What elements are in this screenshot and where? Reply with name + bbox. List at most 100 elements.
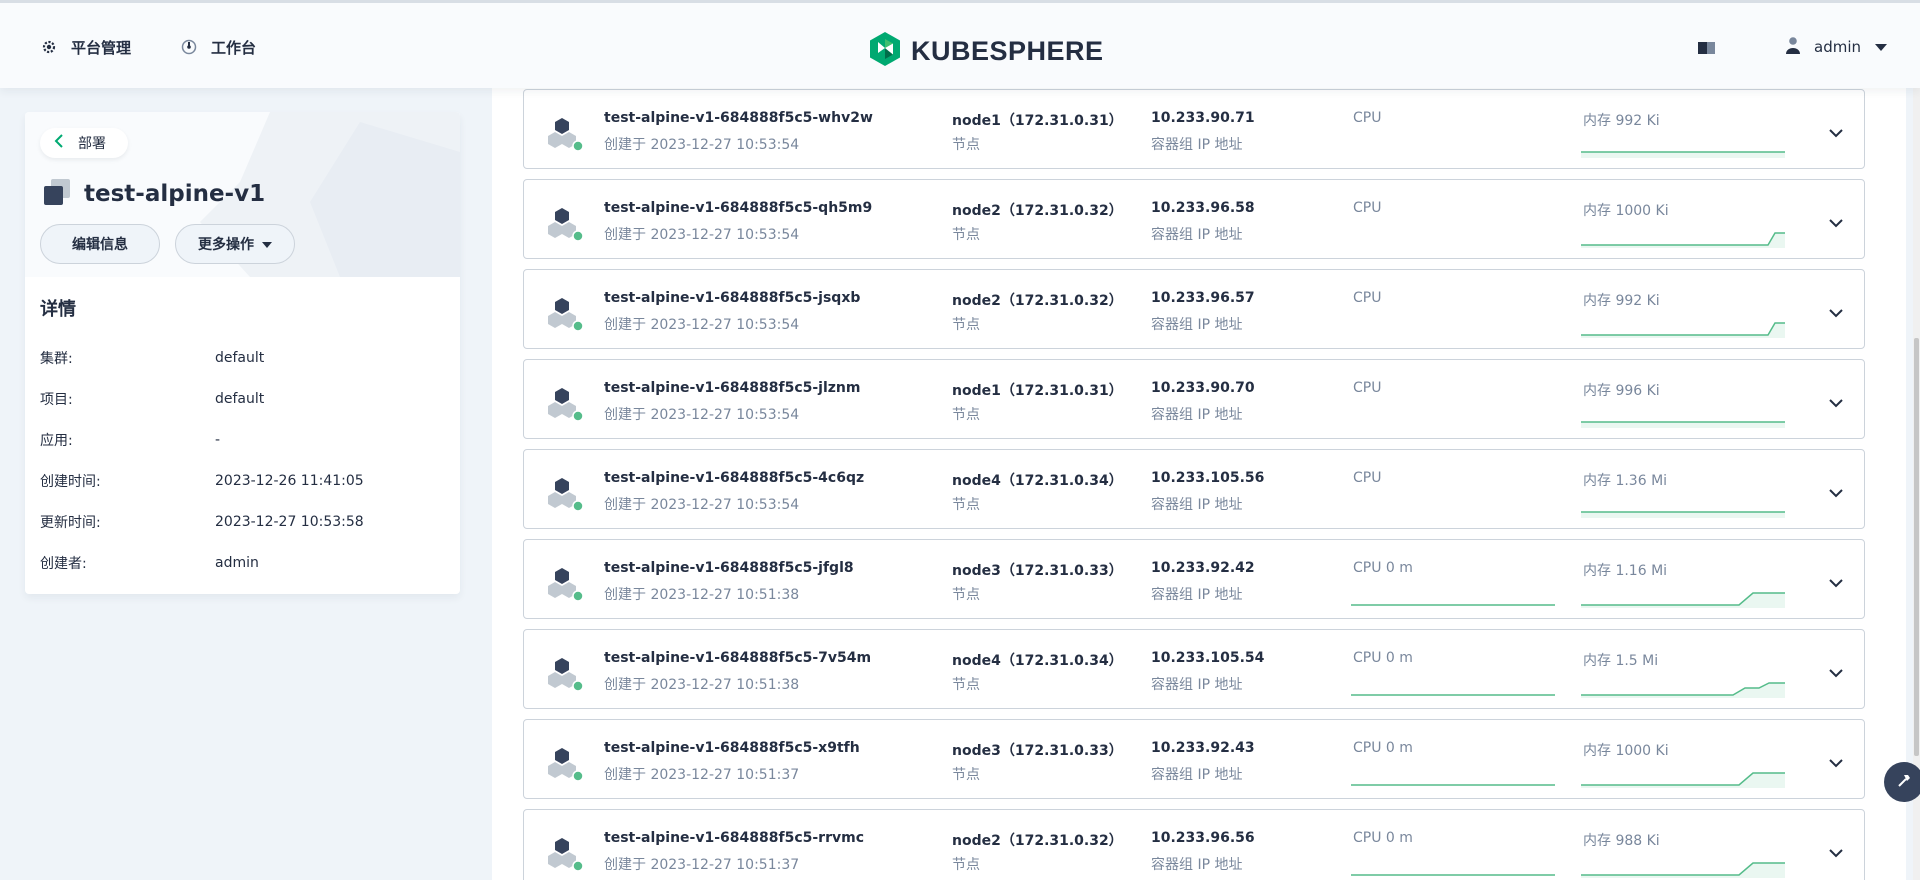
- toolbox-button[interactable]: [1884, 762, 1920, 802]
- detail-value: admin: [215, 554, 259, 571]
- memory-usage: 内存 992 Ki: [1583, 113, 1660, 129]
- pod-name[interactable]: test-alpine-v1-684888f5c5-4c6qz: [604, 470, 864, 486]
- chevron-down-icon[interactable]: [1829, 303, 1843, 322]
- pod-row[interactable]: test-alpine-v1-684888f5c5-7v54m 创建于 2023-…: [523, 629, 1865, 709]
- pod-row[interactable]: test-alpine-v1-684888f5c5-whv2w 创建于 2023-…: [523, 89, 1865, 169]
- chevron-down-icon[interactable]: [1829, 483, 1843, 502]
- memory-sparkline: [1581, 499, 1785, 522]
- memory-sparkline: [1581, 859, 1785, 880]
- edit-info-button[interactable]: 编辑信息: [40, 224, 160, 264]
- pod-name[interactable]: test-alpine-v1-684888f5c5-7v54m: [604, 650, 871, 666]
- platform-management-label: 平台管理: [71, 38, 132, 57]
- pod-ip-label: 容器组 IP 地址: [1151, 407, 1243, 423]
- pod-node[interactable]: node3（172.31.0.33）: [952, 560, 1123, 580]
- pod-node[interactable]: node2（172.31.0.32）: [952, 290, 1123, 310]
- pod-node[interactable]: node4（172.31.0.34）: [952, 650, 1123, 670]
- back-to-deployments-button[interactable]: 部署: [40, 128, 128, 158]
- pod-row[interactable]: test-alpine-v1-684888f5c5-jlznm 创建于 2023-…: [523, 359, 1865, 439]
- cpu-usage: CPU: [1353, 200, 1382, 216]
- pod-name[interactable]: test-alpine-v1-684888f5c5-qh5m9: [604, 200, 872, 216]
- detail-value: 2023-12-26 11:41:05: [215, 472, 364, 489]
- memory-sparkline: [1581, 769, 1785, 792]
- pod-row[interactable]: test-alpine-v1-684888f5c5-jsqxb 创建于 2023-…: [523, 269, 1865, 349]
- pod-name[interactable]: test-alpine-v1-684888f5c5-x9tfh: [604, 740, 860, 756]
- pod-name[interactable]: test-alpine-v1-684888f5c5-jlznm: [604, 380, 860, 396]
- scrollbar-thumb[interactable]: [1914, 338, 1919, 756]
- detail-value: default: [215, 349, 265, 366]
- chevron-down-icon[interactable]: [1829, 663, 1843, 682]
- pod-row[interactable]: test-alpine-v1-684888f5c5-jfgl8 创建于 2023-…: [523, 539, 1865, 619]
- pod-ip-label: 容器组 IP 地址: [1151, 857, 1243, 873]
- caret-down-icon: [262, 236, 272, 252]
- edit-info-label: 编辑信息: [72, 237, 128, 253]
- cpu-usage: CPU 0 m: [1353, 740, 1413, 756]
- chevron-down-icon[interactable]: [1829, 753, 1843, 772]
- pod-ip: 10.233.90.71: [1151, 110, 1255, 126]
- memory-sparkline: [1581, 139, 1785, 162]
- pod-row[interactable]: test-alpine-v1-684888f5c5-4c6qz 创建于 2023-…: [523, 449, 1865, 529]
- pod-created-time: 创建于 2023-12-27 10:51:37: [604, 857, 800, 873]
- pod-row[interactable]: test-alpine-v1-684888f5c5-rrvmc 创建于 2023-…: [523, 809, 1865, 880]
- kubesphere-logo[interactable]: KUBESPHERE: [869, 31, 1104, 71]
- pod-node[interactable]: node1（172.31.0.31）: [952, 380, 1123, 400]
- node-label: 节点: [952, 137, 980, 153]
- pod-icon: [548, 386, 584, 426]
- brand-name: KUBESPHERE: [911, 35, 1104, 66]
- detail-value: 2023-12-27 10:53:58: [215, 513, 364, 530]
- cpu-usage: CPU: [1353, 380, 1382, 396]
- memory-sparkline: [1581, 319, 1785, 342]
- user-menu[interactable]: admin: [1786, 3, 1887, 91]
- pod-name[interactable]: test-alpine-v1-684888f5c5-whv2w: [604, 110, 873, 126]
- detail-key: 更新时间:: [40, 514, 101, 531]
- pod-icon: [548, 656, 584, 696]
- dashboard-icon: [181, 39, 197, 55]
- node-label: 节点: [952, 587, 980, 603]
- gear-icon: [41, 39, 57, 55]
- cpu-usage: CPU 0 m: [1353, 650, 1413, 666]
- username: admin: [1814, 38, 1861, 56]
- node-label: 节点: [952, 317, 980, 333]
- docs-icon[interactable]: [1698, 40, 1716, 59]
- chevron-down-icon[interactable]: [1829, 573, 1843, 592]
- cpu-usage: CPU 0 m: [1353, 560, 1413, 576]
- memory-sparkline: [1581, 229, 1785, 252]
- workbench-link[interactable]: 工作台: [181, 3, 256, 91]
- pod-node[interactable]: node3（172.31.0.33）: [952, 740, 1123, 760]
- pod-ip: 10.233.92.42: [1151, 560, 1255, 576]
- top-bar: 平台管理 工作台 KUBESPHERE admin: [0, 0, 1920, 88]
- pod-node[interactable]: node1（172.31.0.31）: [952, 110, 1123, 130]
- detail-key: 应用:: [40, 432, 73, 449]
- pod-ip-label: 容器组 IP 地址: [1151, 137, 1243, 153]
- detail-row: 应用: -: [40, 419, 445, 460]
- chevron-down-icon[interactable]: [1829, 123, 1843, 142]
- resource-title: test-alpine-v1: [42, 177, 265, 211]
- node-label: 节点: [952, 497, 980, 513]
- pod-row[interactable]: test-alpine-v1-684888f5c5-x9tfh 创建于 2023-…: [523, 719, 1865, 799]
- deployment-name: test-alpine-v1: [84, 181, 266, 207]
- detail-key: 创建时间:: [40, 473, 101, 490]
- more-actions-button[interactable]: 更多操作: [175, 224, 295, 264]
- pod-icon: [548, 296, 584, 336]
- pod-ip: 10.233.90.70: [1151, 380, 1255, 396]
- chevron-down-icon[interactable]: [1829, 213, 1843, 232]
- platform-management-link[interactable]: 平台管理: [41, 3, 131, 91]
- pod-name[interactable]: test-alpine-v1-684888f5c5-jfgl8: [604, 560, 854, 576]
- more-actions-label: 更多操作: [198, 237, 254, 253]
- memory-usage: 内存 1.36 Mi: [1583, 473, 1668, 489]
- pod-node[interactable]: node2（172.31.0.32）: [952, 830, 1123, 850]
- memory-usage: 内存 992 Ki: [1583, 293, 1660, 309]
- pod-row[interactable]: test-alpine-v1-684888f5c5-qh5m9 创建于 2023-…: [523, 179, 1865, 259]
- back-label: 部署: [78, 136, 106, 152]
- pod-node[interactable]: node2（172.31.0.32）: [952, 200, 1123, 220]
- pod-node[interactable]: node4（172.31.0.34）: [952, 470, 1123, 490]
- pod-created-time: 创建于 2023-12-27 10:51:38: [604, 587, 800, 603]
- chevron-down-icon[interactable]: [1829, 393, 1843, 412]
- pod-icon: [548, 476, 584, 516]
- cpu-usage: CPU: [1353, 470, 1382, 486]
- pod-name[interactable]: test-alpine-v1-684888f5c5-rrvmc: [604, 830, 864, 846]
- pod-name[interactable]: test-alpine-v1-684888f5c5-jsqxb: [604, 290, 860, 306]
- detail-value: default: [215, 390, 265, 407]
- pod-ip: 10.233.105.56: [1151, 470, 1265, 486]
- chevron-down-icon[interactable]: [1829, 843, 1843, 862]
- pod-created-time: 创建于 2023-12-27 10:53:54: [604, 227, 800, 243]
